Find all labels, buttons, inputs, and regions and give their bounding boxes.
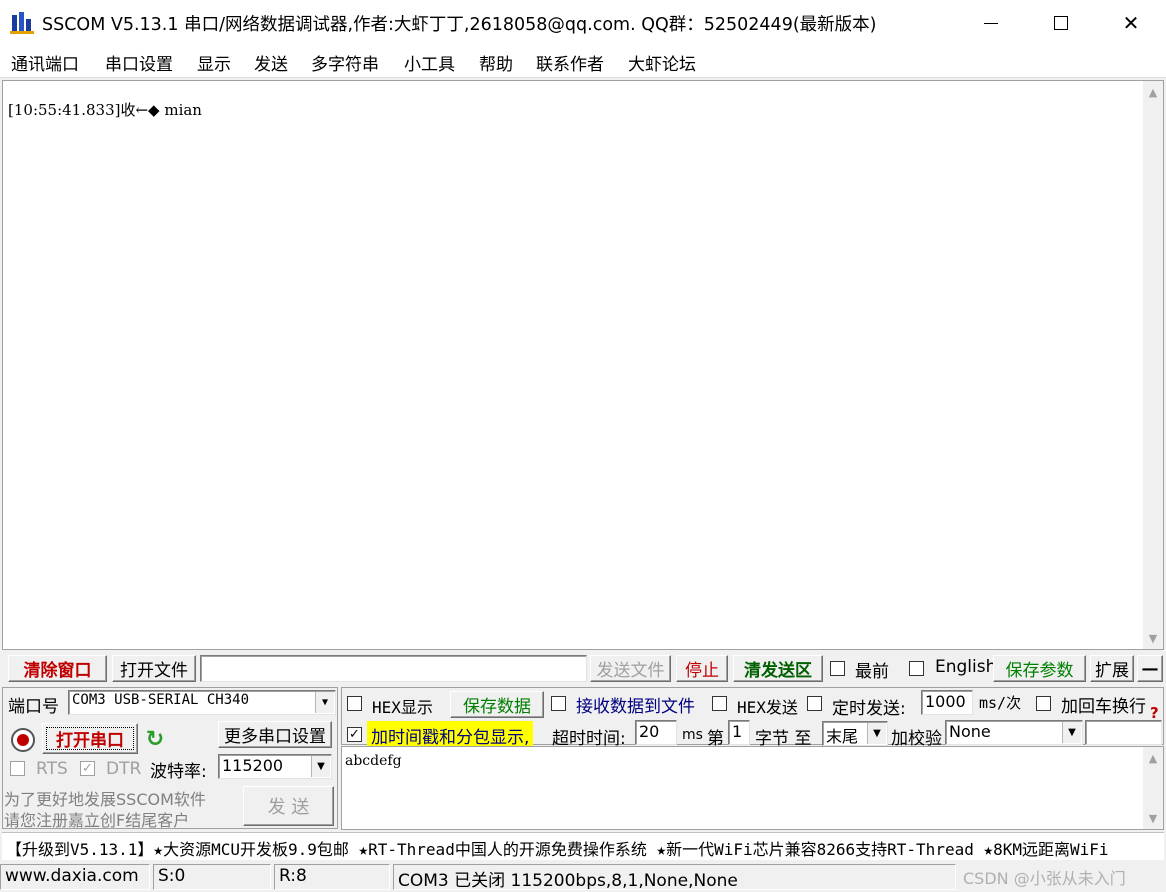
english-label: English (935, 657, 997, 677)
status-port-info: COM3 已关闭 115200bps,8,1,None,None (393, 864, 956, 890)
chevron-down-icon[interactable]: ▼ (867, 723, 886, 744)
expand-button[interactable]: 扩展 (1090, 655, 1134, 682)
news-ticker[interactable]: 【升级到V5.13.1】★大资源MCU开发板9.9包邮 ★RT-Thread中国… (2, 832, 1164, 860)
refresh-icon[interactable]: ↻ (143, 727, 167, 752)
chevron-down-icon[interactable]: ▼ (1062, 722, 1081, 743)
scroll-up-icon[interactable]: ▲ (1143, 83, 1163, 101)
timeout-input[interactable]: 20 (635, 720, 677, 745)
save-params-button[interactable]: 保存参数 (993, 655, 1086, 682)
clear-window-button[interactable]: 清除窗口 (8, 655, 107, 682)
interval-unit: ms/次 (979, 694, 1022, 712)
clear-send-button[interactable]: 清发送区 (733, 655, 823, 682)
recv-to-file-label: 接收数据到文件 (576, 697, 695, 717)
checksum-extra-input[interactable] (1085, 720, 1162, 745)
rts-checkbox[interactable] (10, 761, 25, 776)
hex-send-label: HEX发送 (737, 698, 798, 717)
checksum-value: None (949, 722, 991, 741)
watermark: CSDN @小张从未入门 (963, 869, 1126, 888)
byte-end-select[interactable]: 末尾 ▼ (822, 721, 888, 746)
maximize-icon (1054, 16, 1068, 30)
menu-display[interactable]: 显示 (197, 50, 231, 75)
send-button[interactable]: 发 送 (243, 786, 334, 826)
timed-send-label: 定时发送: (832, 699, 906, 719)
timestamp-label: 加时间戳和分包显示, (367, 721, 534, 748)
hex-display-label: HEX显示 (372, 698, 433, 717)
add-crlf-label: 加回车换行 (1061, 697, 1146, 717)
dtr-label: DTR (106, 759, 142, 779)
ticker-text[interactable]: 【升级到V5.13.1】★大资源MCU开发板9.9包邮 ★RT-Thread中国… (6, 836, 1109, 860)
record-icon (11, 728, 35, 752)
menu-help[interactable]: 帮助 (479, 50, 513, 75)
open-port-button[interactable]: 打开串口 (42, 723, 138, 754)
menu-forum[interactable]: 大虾论坛 (628, 50, 696, 75)
front-checkbox[interactable] (830, 661, 845, 676)
scroll-up-icon[interactable]: ▲ (1143, 749, 1163, 767)
open-file-button[interactable]: 打开文件 (112, 655, 196, 682)
menu-send[interactable]: 发送 (254, 50, 288, 75)
save-data-button[interactable]: 保存数据 (450, 691, 544, 718)
timestamp-checkbox[interactable]: ✓ (347, 727, 362, 742)
close-button[interactable]: ✕ (1096, 0, 1166, 46)
hex-display-checkbox[interactable] (347, 696, 362, 711)
status-website[interactable]: www.daxia.com (0, 864, 150, 890)
send-text: abcdefg (345, 753, 402, 769)
menu-contact-author[interactable]: 联系作者 (536, 50, 604, 75)
minimize-button[interactable] (956, 0, 1026, 46)
status-bar: www.daxia.com S:0 R:8 COM3 已关闭 115200bps… (0, 862, 1166, 892)
hex-send-checkbox[interactable] (712, 696, 727, 711)
send-scrollbar[interactable]: ▲ ▼ (1143, 747, 1163, 829)
window-title: SSCOM V5.13.1 串口/网络数据调试器,作者:大虾丁丁,2618058… (42, 15, 877, 35)
front-label: 最前 (855, 662, 889, 682)
file-path-input[interactable] (200, 655, 587, 682)
chevron-down-icon[interactable]: ▼ (311, 756, 330, 777)
dtr-checkbox[interactable]: ✓ (80, 761, 95, 776)
menu-serial-settings[interactable]: 串口设置 (105, 50, 173, 75)
stop-button[interactable]: 停止 (676, 655, 728, 682)
menu-tools[interactable]: 小工具 (404, 50, 455, 75)
scroll-down-icon[interactable]: ▼ (1143, 629, 1163, 647)
status-received-count: R:8 (274, 864, 390, 890)
byte-index-input[interactable]: 1 (728, 720, 750, 745)
recv-to-file-checkbox[interactable] (551, 696, 566, 711)
menu-multi-string[interactable]: 多字符串 (311, 50, 379, 75)
port-select-value: COM3 USB-SERIAL CH340 (72, 692, 250, 708)
title-bar: SSCOM V5.13.1 串口/网络数据调试器,作者:大虾丁丁,2618058… (0, 0, 1166, 46)
receive-log: [10:55:41.833]收←◆ mian (8, 101, 202, 119)
baud-select[interactable]: 115200 ▼ (218, 754, 332, 779)
chevron-down-icon[interactable]: ▼ (315, 692, 334, 713)
promo-line-2[interactable]: 请您注册嘉立创F结尾客户 (4, 807, 189, 831)
port-select[interactable]: COM3 USB-SERIAL CH340 ▼ (68, 690, 336, 715)
interval-input[interactable]: 1000 (921, 690, 973, 715)
menu-bar: 通讯端口 串口设置 显示 发送 多字符串 小工具 帮助 联系作者 大虾论坛 (0, 46, 1166, 78)
collapse-button[interactable]: — (1137, 655, 1163, 682)
app-icon (10, 12, 34, 34)
timeout-unit: ms (682, 727, 703, 743)
status-sent-count: S:0 (153, 864, 271, 890)
english-checkbox[interactable] (909, 661, 924, 676)
timed-send-checkbox[interactable] (807, 696, 822, 711)
receive-area[interactable]: [10:55:41.833]收←◆ mian ▲ ▼ (2, 80, 1164, 650)
menu-comm-port[interactable]: 通讯端口 (11, 50, 79, 75)
scroll-down-icon[interactable]: ▼ (1143, 809, 1163, 827)
add-crlf-checkbox[interactable] (1036, 696, 1051, 711)
byte-end-value: 末尾 (826, 727, 859, 746)
port-label: 端口号 (8, 697, 59, 717)
more-settings-button[interactable]: 更多串口设置 (218, 721, 332, 748)
minimize-icon (984, 22, 998, 24)
maximize-button[interactable] (1026, 0, 1096, 46)
receive-scrollbar[interactable]: ▲ ▼ (1143, 81, 1163, 649)
checksum-select[interactable]: None ▼ (945, 720, 1083, 745)
rts-label: RTS (36, 759, 68, 779)
baud-label: 波特率: (150, 762, 207, 782)
send-input[interactable]: abcdefg ▲ ▼ (341, 746, 1164, 830)
baud-select-value: 115200 (222, 756, 284, 775)
close-icon: ✕ (1122, 11, 1140, 35)
send-file-button[interactable]: 发送文件 (590, 655, 671, 682)
